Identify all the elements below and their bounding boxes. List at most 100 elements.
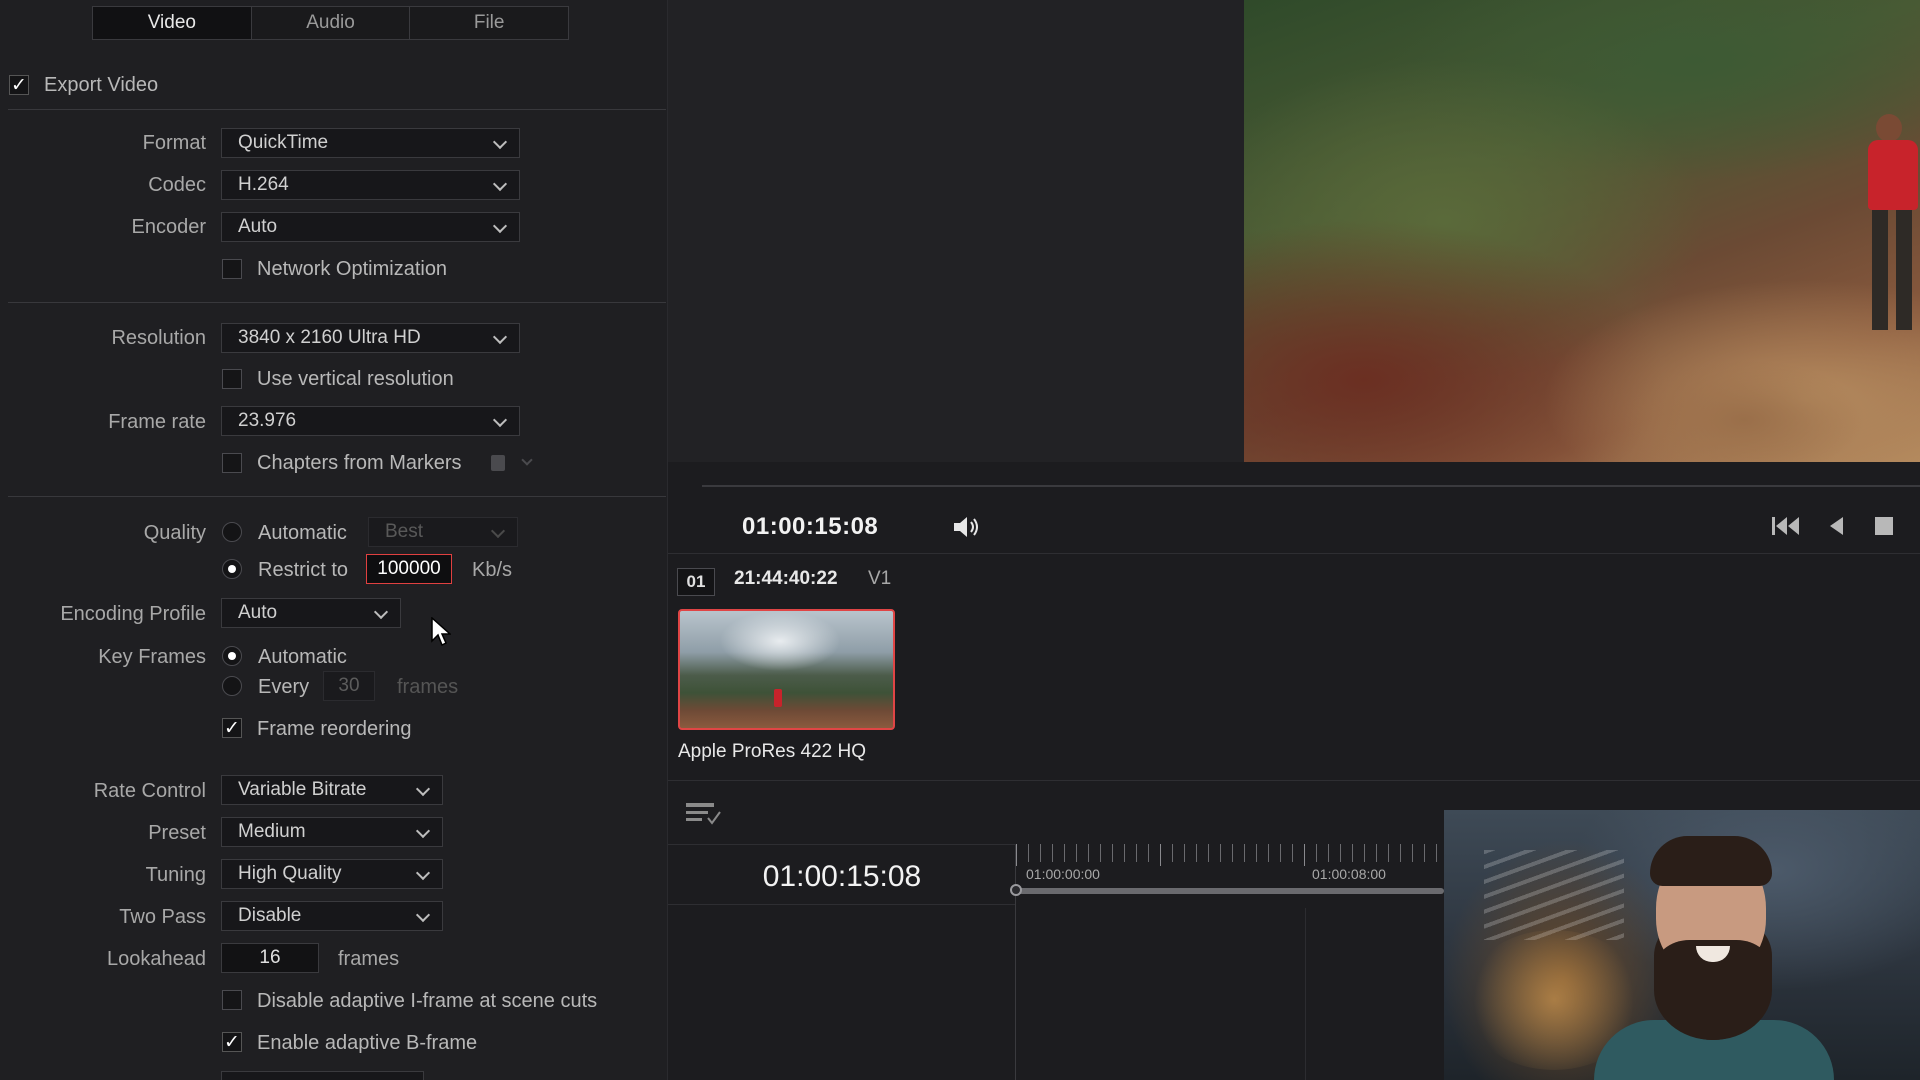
key-frames-every-input[interactable]: 30 [323, 671, 375, 701]
quality-automatic-radio[interactable] [222, 522, 242, 542]
resolution-select[interactable]: 3840 x 2160 Ultra HD [221, 323, 520, 353]
viewer-timecode: 01:00:15:08 [742, 513, 879, 540]
key-frames-unit: frames [397, 676, 459, 698]
codec-select[interactable]: H.264 [221, 170, 520, 200]
two-pass-label: Two Pass [119, 906, 206, 928]
chevron-down-icon [492, 329, 508, 345]
play-reverse-icon[interactable] [1826, 512, 1848, 540]
network-optimization-label: Network Optimization [257, 258, 448, 280]
encoder-select[interactable]: Auto [221, 212, 520, 242]
ruler-label: 01:00:00:00 [1026, 866, 1100, 882]
webcam-overlay [1444, 810, 1920, 1080]
key-frames-automatic-label: Automatic [258, 646, 347, 668]
chevron-down-icon [415, 907, 431, 923]
rate-control-select[interactable]: Variable Bitrate [221, 775, 443, 805]
tuning-value: High Quality [238, 863, 342, 884]
timeline-ruler[interactable]: 01:00:00:00 01:00:08:00 [1016, 844, 1444, 886]
divider [668, 904, 1016, 905]
disable-adaptive-i-checkbox[interactable] [222, 990, 242, 1010]
chevron-down-icon [415, 781, 431, 797]
encoding-profile-label: Encoding Profile [60, 603, 206, 625]
ruler-major-tick [1160, 844, 1161, 866]
divider [8, 496, 666, 497]
ruler-major-tick [1304, 844, 1305, 866]
rate-control-label: Rate Control [93, 780, 206, 802]
resolution-label: Resolution [111, 327, 206, 349]
quality-preset-value: Best [385, 521, 424, 542]
bitrate-input[interactable]: 100000 [366, 554, 452, 584]
lookahead-unit: frames [338, 948, 400, 970]
format-value: QuickTime [238, 132, 329, 153]
encoding-profile-value: Auto [238, 602, 278, 623]
timeline-range-bar[interactable] [1016, 888, 1444, 894]
network-optimization-checkbox[interactable] [222, 259, 242, 279]
partial-select[interactable] [221, 1071, 424, 1080]
chevron-down-icon[interactable] [521, 454, 533, 466]
divider [668, 780, 1920, 781]
tab-audio[interactable]: Audio [252, 7, 411, 39]
chevron-down-icon [492, 412, 508, 428]
render-settings-panel: Video Audio File ✓ Export Video Format Q… [0, 0, 668, 1080]
disable-adaptive-i-label: Disable adaptive I-frame at scene cuts [257, 990, 598, 1012]
key-frames-automatic-radio[interactable] [222, 646, 242, 666]
settings-tabs: Video Audio File [92, 6, 569, 40]
frame-rate-select[interactable]: 23.976 [221, 406, 520, 436]
clip-timecode: 21:44:40:22 [734, 568, 838, 589]
export-video-checkbox[interactable]: ✓ [9, 75, 29, 95]
tab-video[interactable]: Video [93, 7, 252, 39]
encoder-value: Auto [238, 216, 278, 237]
two-pass-value: Disable [238, 905, 302, 926]
marker-icon[interactable] [491, 455, 505, 471]
ruler-ticks [1016, 844, 1444, 862]
mouse-cursor-icon [431, 617, 451, 647]
timeline-timecode: 01:00:15:08 [762, 860, 922, 893]
video-preview[interactable] [1244, 0, 1920, 462]
divider [8, 109, 666, 110]
encoder-label: Encoder [131, 216, 207, 238]
preset-select[interactable]: Medium [221, 817, 443, 847]
codec-label: Codec [148, 174, 206, 196]
frame-reordering-label: Frame reordering [257, 718, 412, 740]
chapters-label: Chapters from Markers [257, 452, 462, 474]
stop-icon[interactable] [1872, 512, 1896, 540]
chevron-down-icon [373, 604, 389, 620]
vertical-resolution-checkbox[interactable] [222, 369, 242, 389]
frame-reordering-checkbox[interactable]: ✓ [222, 718, 242, 738]
codec-value: H.264 [238, 174, 289, 195]
format-label: Format [142, 132, 206, 154]
chevron-down-icon [492, 176, 508, 192]
quality-restrict-radio[interactable] [222, 559, 242, 579]
tuning-select[interactable]: High Quality [221, 859, 443, 889]
speaker-icon[interactable] [952, 514, 982, 540]
bitrate-unit: Kb/s [472, 559, 513, 581]
chevron-down-icon [415, 865, 431, 881]
divider [668, 553, 1920, 554]
timeline-options-icon[interactable] [684, 800, 724, 828]
format-select[interactable]: QuickTime [221, 128, 520, 158]
encoding-profile-select[interactable]: Auto [221, 598, 401, 628]
quality-preset-select[interactable]: Best [368, 517, 518, 547]
viewer-scrub-bar[interactable] [702, 485, 1920, 487]
chapters-checkbox[interactable] [222, 453, 242, 473]
enable-adaptive-b-label: Enable adaptive B-frame [257, 1032, 478, 1054]
lookahead-input[interactable]: 16 [221, 943, 319, 973]
lookahead-label: Lookahead [107, 948, 206, 970]
timeline-gridline [1305, 908, 1306, 1080]
chevron-down-icon [415, 823, 431, 839]
key-frames-every-label: Every [258, 676, 310, 698]
playhead-handle[interactable] [1010, 884, 1022, 896]
chevron-down-icon [490, 523, 506, 539]
rate-control-value: Variable Bitrate [238, 779, 367, 800]
key-frames-label: Key Frames [98, 646, 206, 668]
clip-name: Apple ProRes 422 HQ [678, 741, 866, 762]
chevron-down-icon [492, 218, 508, 234]
skip-to-start-icon[interactable] [1770, 512, 1802, 540]
clip-thumbnail[interactable] [678, 609, 895, 730]
enable-adaptive-b-checkbox[interactable]: ✓ [222, 1032, 242, 1052]
hiker-figure [1862, 110, 1918, 360]
key-frames-every-radio[interactable] [222, 676, 242, 696]
quality-automatic-label: Automatic [258, 522, 347, 544]
export-video-label: Export Video [44, 74, 159, 96]
tab-file[interactable]: File [410, 7, 568, 39]
two-pass-select[interactable]: Disable [221, 901, 443, 931]
